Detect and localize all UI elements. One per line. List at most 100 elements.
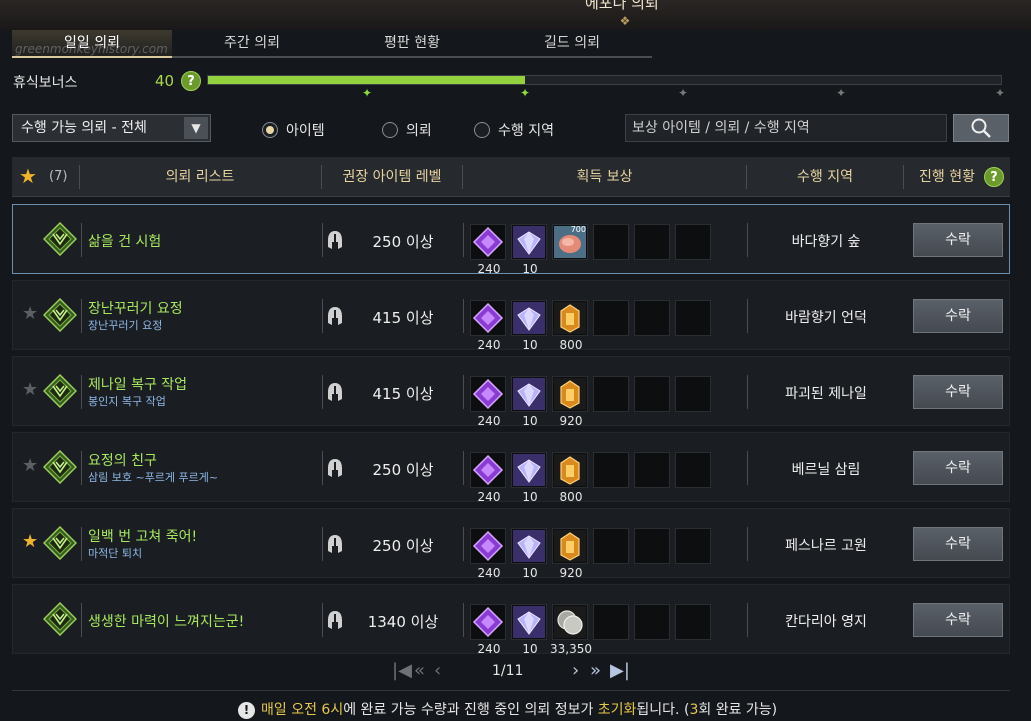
reward-slot[interactable]: 240 <box>470 376 506 428</box>
divider <box>12 690 1010 691</box>
table-row[interactable]: 삶을 건 시험 250 이상 240 10 700 바다향기 숲 수락 <box>12 204 1010 276</box>
quest-region: 바람향기 언덕 <box>785 310 867 326</box>
accept-button[interactable]: 수락 <box>913 527 1003 561</box>
radio-dot-icon[interactable] <box>382 122 398 138</box>
radio-region[interactable]: 수행 지역 <box>474 120 554 140</box>
helmet-icon <box>328 231 342 249</box>
reward-slot[interactable]: 10 <box>511 528 547 580</box>
header-quest-list[interactable]: 의뢰 리스트 <box>80 157 320 197</box>
reward-slot[interactable]: 10 <box>511 224 547 276</box>
helmet-icon <box>328 459 342 477</box>
quest-name[interactable]: 제나일 복구 작업 <box>88 374 187 394</box>
reward-slot[interactable]: 920 <box>552 528 588 580</box>
window-header: 에포나 의뢰 ❖ <box>0 0 1031 30</box>
crystal-icon <box>513 302 545 334</box>
accept-button[interactable]: 수락 <box>913 451 1003 485</box>
row-divider <box>463 223 464 257</box>
accept-button[interactable]: 수락 <box>913 223 1003 257</box>
row-divider <box>463 451 464 485</box>
header-item-level[interactable]: 권장 아이템 레벨 <box>322 157 462 197</box>
notice-text: 초기화 <box>597 702 637 718</box>
item-level: 250 이상 <box>372 537 434 555</box>
quest-subtitle: 마적단 퇴치 <box>88 547 143 560</box>
favorite-star-icon[interactable]: ★ <box>19 164 37 188</box>
first-page-icon[interactable]: |◀ <box>392 660 412 681</box>
table-row[interactable]: ★ 제나일 복구 작업 봉인지 복구 작업 415 이상 240 10 920 파괴된 제나일… <box>12 356 1010 428</box>
rest-bonus-help-button[interactable]: ? <box>181 71 201 91</box>
prev-page-icon[interactable]: ‹ <box>434 660 441 681</box>
radio-dot-icon[interactable] <box>474 122 490 138</box>
quest-filter-select[interactable]: 수행 가능 의뢰 - 전체 ▼ <box>12 114 211 142</box>
reward-slot[interactable]: 10 <box>511 376 547 428</box>
status-help-button[interactable]: ? <box>984 167 1004 187</box>
reward-slot[interactable]: 800 <box>552 452 588 504</box>
reward-slot[interactable]: 33,350 <box>550 604 592 656</box>
reward-slot[interactable]: 800 <box>552 300 588 352</box>
quest-emblem-icon <box>43 526 77 560</box>
quest-subtitle: 삼림 보호 ~푸르게 푸르게~ <box>88 471 219 484</box>
table-row[interactable]: ★ 장난꾸러기 요정 장난꾸러기 요정 415 이상 240 10 800 바람향기 언덕 수락 <box>12 280 1010 352</box>
row-divider <box>81 451 82 485</box>
quest-name[interactable]: 삶을 건 시험 <box>88 231 161 251</box>
rest-marker-icon: ✦ <box>835 86 847 100</box>
quest-name[interactable]: 요정의 친구 <box>88 450 157 470</box>
header-region[interactable]: 수행 지역 <box>747 157 903 197</box>
accept-button[interactable]: 수락 <box>913 375 1003 409</box>
table-row[interactable]: ★ 요정의 친구 삼림 보호 ~푸르게 푸르게~ 250 이상 240 10 800 베르닐 … <box>12 432 1010 504</box>
search-input[interactable] <box>625 114 947 142</box>
reward-count: 800 <box>559 490 583 504</box>
search-button[interactable] <box>953 114 1009 142</box>
gold-chest-icon <box>554 530 586 562</box>
favorite-star-icon[interactable]: ★ <box>22 379 38 400</box>
helmet-icon <box>328 307 342 325</box>
reward-slot[interactable]: 240 <box>470 604 506 656</box>
reward-count: 800 <box>559 338 583 352</box>
quest-region: 바다향기 숲 <box>791 234 861 250</box>
reward-slot[interactable]: 700 <box>552 224 588 260</box>
reward-slot[interactable]: 10 <box>511 300 547 352</box>
reward-slot <box>593 224 629 260</box>
table-row[interactable]: 생생한 마력이 느껴지는군! 1340 이상 240 10 33,350 칸다리아 영지 수… <box>12 584 1010 656</box>
reward-slot[interactable]: 920 <box>552 376 588 428</box>
radio-quest-label: 의뢰 <box>406 123 432 139</box>
tab-weekly[interactable]: 주간 의뢰 <box>172 30 332 58</box>
last-page-icon[interactable]: ▶| <box>610 660 630 681</box>
item-level: 415 이상 <box>372 385 434 403</box>
accept-button[interactable]: 수락 <box>913 603 1003 637</box>
prev-ten-icon[interactable]: « <box>414 660 425 681</box>
quest-name[interactable]: 장난꾸러기 요정 <box>88 298 183 318</box>
quest-name[interactable]: 생생한 마력이 느껴지는군! <box>88 611 244 631</box>
reward-slot[interactable]: 240 <box>470 300 506 352</box>
quest-name[interactable]: 일백 번 고쳐 죽어! <box>88 526 197 546</box>
accept-button[interactable]: 수락 <box>913 299 1003 333</box>
reward-count: 240 <box>477 414 501 428</box>
next-ten-icon[interactable]: » <box>590 660 601 681</box>
reward-slot[interactable]: 10 <box>511 452 547 504</box>
reward-count: 920 <box>559 414 583 428</box>
radio-quest[interactable]: 의뢰 <box>382 120 432 140</box>
chevron-down-icon[interactable]: ▼ <box>184 117 208 139</box>
reward-count: 10 <box>522 262 538 276</box>
reward-count: 920 <box>559 566 583 580</box>
gold-chest-icon <box>554 454 586 486</box>
reward-slot[interactable]: 10 <box>511 604 547 656</box>
reward-slot <box>675 300 711 336</box>
title-flourish-icon: ❖ <box>619 14 631 28</box>
favorite-star-icon[interactable]: ★ <box>22 531 38 552</box>
header-divider <box>903 165 904 189</box>
reward-slot[interactable]: 240 <box>470 528 506 580</box>
favorite-star-icon[interactable]: ★ <box>22 455 38 476</box>
quest-region: 페스나르 고원 <box>785 538 867 554</box>
reward-slot[interactable]: 240 <box>470 452 506 504</box>
row-divider <box>463 527 464 561</box>
next-page-icon[interactable]: › <box>572 660 579 681</box>
quest-emblem-icon <box>43 374 77 408</box>
favorite-star-icon[interactable]: ★ <box>22 303 38 324</box>
table-row[interactable]: ★ 일백 번 고쳐 죽어! 마적단 퇴치 250 이상 240 10 920 페스나르 고원 수… <box>12 508 1010 580</box>
reward-slot <box>634 376 670 412</box>
radio-item[interactable]: 아이템 <box>262 120 325 140</box>
radio-dot-icon[interactable] <box>262 122 278 138</box>
tab-reputation[interactable]: 평판 현황 <box>332 30 492 58</box>
reward-slot[interactable]: 240 <box>470 224 506 276</box>
tab-guild[interactable]: 길드 의뢰 <box>492 30 652 58</box>
